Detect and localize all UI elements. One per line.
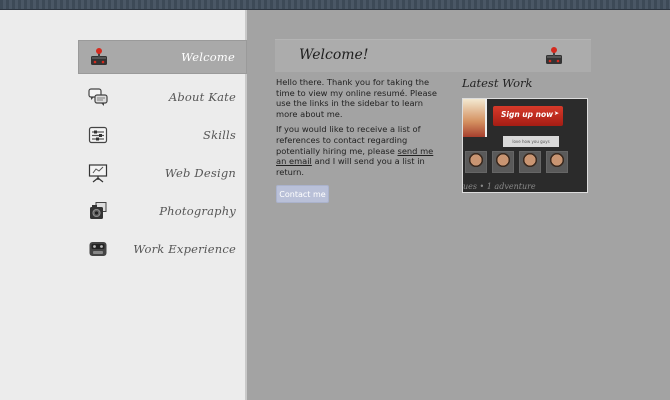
sidebar-item-label: Skills <box>203 128 236 142</box>
camera-icon <box>90 202 107 219</box>
sidebar-item-label: Welcome <box>181 50 235 64</box>
sliders-icon <box>88 126 108 144</box>
face-image <box>465 151 487 173</box>
robot-face-icon <box>89 242 107 256</box>
sidebar: Welcome About Kate Skills Web Design Pho… <box>0 10 247 400</box>
thumb-strip: love how you guys <box>503 136 559 147</box>
top-bar <box>0 0 670 10</box>
thumb-photo <box>463 99 487 137</box>
sidebar-item-label: Web Design <box>164 166 236 180</box>
page-header: Welcome! <box>275 39 591 72</box>
arrow-icon: ➤ <box>554 110 560 117</box>
sidebar-nav: Welcome About Kate Skills Web Design Pho… <box>78 40 247 268</box>
joystick-icon <box>546 47 562 64</box>
face-image <box>492 151 514 173</box>
sidebar-item-photography[interactable]: Photography <box>78 192 247 230</box>
sidebar-item-work-experience[interactable]: Work Experience <box>78 230 247 268</box>
sidebar-item-label: Work Experience <box>133 242 236 256</box>
joystick-icon <box>91 48 107 65</box>
latest-work-thumbnail[interactable]: Sign up now ➤ love how you guys ues • 1 … <box>462 98 588 193</box>
speech-bubbles-icon <box>88 88 108 106</box>
page-title: Welcome! <box>299 47 369 63</box>
latest-work-panel: Latest Work Sign up now ➤ love how you g… <box>462 76 588 193</box>
references-paragraph: If you would like to receive a list of r… <box>276 124 446 177</box>
sidebar-item-about-kate[interactable]: About Kate <box>78 78 247 116</box>
intro-paragraph: Hello there. Thank you for taking the ti… <box>276 77 437 119</box>
sidebar-item-skills[interactable]: Skills <box>78 116 247 154</box>
contact-button[interactable]: Contact me <box>276 185 329 204</box>
sidebar-item-label: Photography <box>159 204 236 218</box>
sidebar-item-label: About Kate <box>168 90 236 104</box>
face-image <box>519 151 541 173</box>
latest-work-title: Latest Work <box>462 76 533 90</box>
thumb-faces <box>463 151 587 173</box>
main-content: Hello there. Thank you for taking the ti… <box>276 77 446 204</box>
thumb-caption: ues • 1 adventure <box>463 182 536 191</box>
presentation-board-icon <box>88 164 108 183</box>
face-image <box>546 151 568 173</box>
sidebar-item-welcome[interactable]: Welcome <box>78 40 247 74</box>
thumb-cta-text: Sign up now <box>501 110 554 119</box>
sidebar-item-web-design[interactable]: Web Design <box>78 154 247 192</box>
